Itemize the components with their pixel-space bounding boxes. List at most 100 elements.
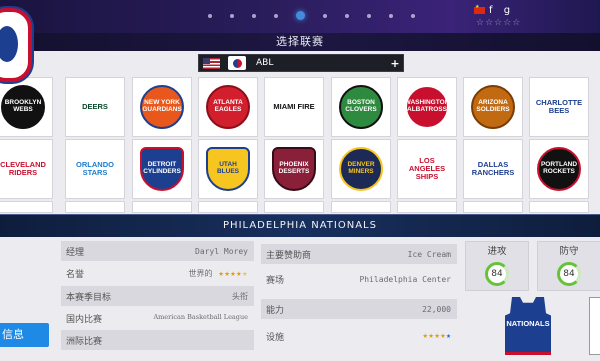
info-key: 主要赞助商: [266, 250, 312, 261]
defense-label: 防守: [559, 246, 579, 257]
page-dot[interactable]: [323, 13, 327, 18]
defense-rating-card: 防守 84: [537, 241, 600, 291]
page-dot[interactable]: [367, 13, 371, 18]
page-dot[interactable]: [274, 13, 278, 18]
info-value: Daryl Morey: [195, 246, 248, 256]
info-value: 头衔: [232, 291, 248, 301]
team-logo-button[interactable]: [529, 201, 589, 213]
team-logo-button[interactable]: [0, 201, 53, 213]
team-logo-icon: PHOENIX DESERTS: [272, 147, 316, 191]
team-logo-button[interactable]: ARIZONA SOLDIERS: [463, 77, 523, 137]
team-logo-icon: DEERS: [82, 102, 108, 112]
jersey-text: NATIONALS: [506, 319, 550, 328]
team-logo-button[interactable]: BOSTON CLOVERS: [331, 77, 391, 137]
jersey-preview[interactable]: NATIONALS: [465, 291, 600, 361]
page-dot[interactable]: [389, 13, 393, 18]
team-logo-icon: ARIZONA SOLDIERS: [471, 85, 515, 129]
team-logo-icon: PORTLAND ROCKETS: [537, 147, 581, 191]
info-key: 设施: [266, 332, 285, 343]
info-value: ★★★★★: [422, 331, 451, 341]
team-info-row: 经理 Daryl Morey: [61, 241, 254, 261]
attack-rating-card: 进攻 84: [465, 241, 529, 291]
team-info-row: 国内比赛 American Basketball League: [61, 308, 254, 328]
team-selection-screen: f g ☆☆☆☆☆ 选择联赛 ABL + BROOKLYN WEBS DEERS N…: [0, 0, 600, 361]
user-profile[interactable]: f g ☆☆☆☆☆: [474, 4, 522, 28]
team-logo-button[interactable]: [264, 201, 324, 213]
attack-label: 进攻: [487, 246, 507, 257]
info-key: 名誉: [66, 269, 85, 280]
team-info-row: 能力 22,000: [261, 299, 457, 319]
page-dot[interactable]: [230, 13, 234, 18]
team-logo-icon: CHARLOTTE BEES: [535, 98, 583, 115]
page-dot[interactable]: [411, 13, 415, 18]
team-logo-button[interactable]: DENVER MINERS: [331, 139, 391, 199]
team-logo-button[interactable]: NEW YORK GUARDIANS: [132, 77, 192, 137]
team-crest: [0, 8, 32, 82]
attack-value: 84: [485, 262, 509, 286]
info-button[interactable]: 信息: [0, 323, 49, 347]
page-dot[interactable]: [208, 13, 212, 18]
team-logo-icon: DALLAS RANCHERS: [471, 160, 515, 177]
team-logo-icon: ORLANDO STARS: [76, 160, 114, 177]
team-logo-icon: CLEVELAND RIDERS: [0, 160, 46, 177]
page-dot[interactable]: [296, 11, 305, 20]
team-info-row: 赛场 Philadelphia Center: [261, 269, 457, 289]
team-logo-icon: BROOKLYN WEBS: [1, 85, 45, 129]
team-logo-button[interactable]: MIAMI FIRE: [264, 77, 324, 137]
team-logo-button[interactable]: DEERS: [65, 77, 125, 137]
top-bar: f g ☆☆☆☆☆: [0, 0, 600, 33]
defense-value: 84: [557, 262, 581, 286]
team-logo-icon: BOSTON CLOVERS: [339, 85, 383, 129]
team-name-header: PHILADELPHIA NATIONALS: [0, 214, 600, 237]
home-jersey[interactable]: NATIONALS: [505, 297, 551, 355]
team-logo-button[interactable]: WASHINGTON ALBATROSS: [397, 77, 457, 137]
china-flag-icon: [474, 4, 485, 14]
team-logo-button[interactable]: [65, 201, 125, 213]
team-logo-icon: WASHINGTON ALBATROSS: [405, 85, 449, 129]
team-logo-button[interactable]: PORTLAND ROCKETS: [529, 139, 589, 199]
page-title: 选择联赛: [0, 33, 600, 51]
info-key: 赛场: [266, 275, 285, 286]
team-logo-icon: DETROIT CYLINDERS: [140, 147, 184, 191]
expand-league-button[interactable]: +: [387, 57, 403, 70]
league-selector[interactable]: ABL +: [198, 54, 404, 72]
team-logo-icon: NEW YORK GUARDIANS: [140, 85, 184, 129]
team-logo-button[interactable]: PHOENIX DESERTS: [264, 139, 324, 199]
team-logo-button[interactable]: CLEVELAND RIDERS: [0, 139, 53, 199]
team-logo-button[interactable]: [397, 201, 457, 213]
team-info-row: 洲际比赛: [61, 330, 254, 350]
team-logo-button[interactable]: BROOKLYN WEBS: [0, 77, 53, 137]
team-logo-icon: DENVER MINERS: [339, 147, 383, 191]
info-key: 本赛季目标: [66, 292, 112, 303]
info-key: 经理: [66, 247, 85, 258]
team-logo-button[interactable]: [463, 201, 523, 213]
page-indicator: [208, 11, 433, 20]
team-info-row: 主要赞助商 Ice Cream: [261, 244, 457, 264]
team-logo-button[interactable]: [331, 201, 391, 213]
team-logo-icon: UTAH BLUES: [206, 147, 250, 191]
info-value: Philadelphia Center: [359, 274, 451, 284]
league-logo-icon: [228, 56, 246, 70]
team-info-row: 名誉 世界的 ★★★★★: [61, 263, 254, 283]
team-info-row: 设施 ★★★★★: [261, 326, 457, 346]
team-logo-button[interactable]: UTAH BLUES: [198, 139, 258, 199]
team-logo-icon: LOS ANGELES SHIPS: [408, 156, 446, 181]
info-value: 世界的 ★★★★★: [188, 268, 248, 279]
league-name: ABL: [256, 58, 274, 68]
team-logo-button[interactable]: CHARLOTTE BEES: [529, 77, 589, 137]
team-logo-icon: MIAMI FIRE: [273, 102, 315, 112]
team-logo-button[interactable]: ORLANDO STARS: [65, 139, 125, 199]
team-logo-button[interactable]: DALLAS RANCHERS: [463, 139, 523, 199]
team-logo-button[interactable]: [132, 201, 192, 213]
team-logo-button[interactable]: LOS ANGELES SHIPS: [397, 139, 457, 199]
info-value: American Basketball League: [153, 313, 248, 322]
user-rating-stars: ☆☆☆☆☆: [476, 18, 522, 28]
usa-flag-icon: [203, 57, 220, 69]
page-dot[interactable]: [345, 13, 349, 18]
team-logo-button[interactable]: [198, 201, 258, 213]
team-logo-button[interactable]: ATLANTA EAGLES: [198, 77, 258, 137]
away-jersey[interactable]: [589, 297, 600, 355]
team-logo-button[interactable]: DETROIT CYLINDERS: [132, 139, 192, 199]
info-value: 22,000: [422, 304, 451, 314]
page-dot[interactable]: [252, 13, 256, 18]
